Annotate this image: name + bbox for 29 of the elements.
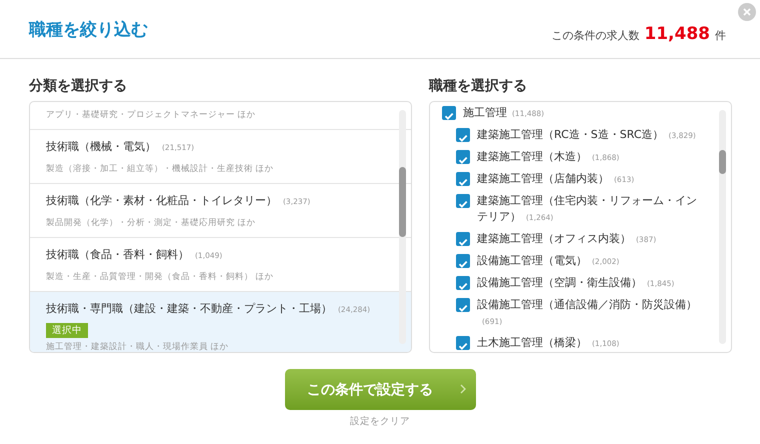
section-heading: 職種を選択する [429,77,528,95]
category-description: 製品開発（化学）・分析・測定・基礎応用研究 ほか [46,217,257,229]
category-name: 技術職（化学・素材・化粧品・トイレタリー） [46,193,277,209]
category-description: 製造（溶接・加工・組立等）・機械設計・生産技術 ほか [46,163,275,175]
category-name: 技術職（食品・香料・飼料） [46,247,189,263]
checkbox[interactable] [456,336,470,350]
scrollbar[interactable] [719,110,726,344]
checkbox[interactable] [456,194,470,208]
category-name: 技術職（機械・電気） [46,139,156,155]
category-description: アプリ・基礎研究・プロジェクトマネージャー ほか [46,109,257,121]
checkbox[interactable] [456,150,470,164]
checkbox[interactable] [456,276,470,290]
modal-title: 職種を絞り込む [29,18,148,40]
count-unit: 件 [715,28,726,43]
section-heading: 分類を選択する [29,77,128,95]
checkbox[interactable] [456,128,470,142]
scrollbar[interactable] [399,110,406,344]
checkbox[interactable] [456,254,470,268]
chevron-right-icon [460,384,466,394]
checkbox[interactable] [456,298,470,312]
category-name: 技術職・専門職（建設・建築・不動産・プラント・工場） [46,301,332,317]
job-count: 11,488 [644,24,710,44]
category-description: 製造・生産・品質管理・開発（食品・香料・飼料） ほか [46,271,275,283]
category-description: 施工管理・建築設計・職人・現場作業員 ほか [46,341,230,352]
count-label: この条件の求人数 [551,28,640,43]
checkbox[interactable] [456,172,470,186]
selected-badge: 選択中 [46,323,88,338]
checkbox[interactable] [442,106,456,120]
checkbox[interactable] [456,232,470,246]
